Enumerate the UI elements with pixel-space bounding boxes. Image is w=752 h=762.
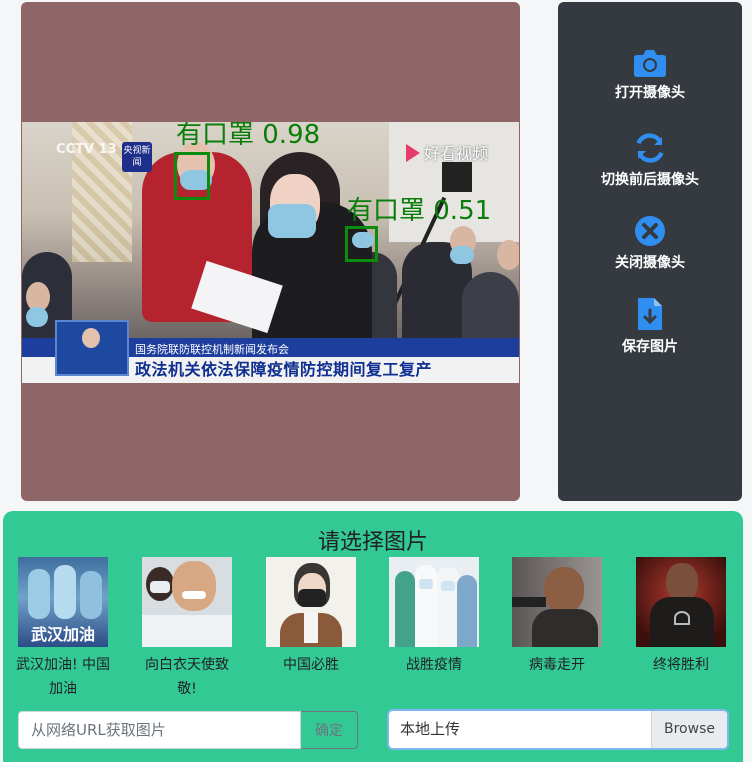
thumbnail-image: 武汉加油 xyxy=(18,557,108,647)
detection-box xyxy=(174,152,210,200)
detection-box xyxy=(345,226,378,262)
sync-icon xyxy=(636,133,664,163)
banner-headline: 政法机关依法保障疫情防控期间复工复产 xyxy=(135,360,433,379)
thumbnail-image xyxy=(512,557,602,647)
thumbnail-image xyxy=(266,557,356,647)
file-download-icon xyxy=(638,298,662,330)
camera-icon xyxy=(634,50,666,77)
open-camera-button[interactable]: 打开摄像头 xyxy=(558,48,742,102)
thumbnail-image xyxy=(636,557,726,647)
thumbnail-image xyxy=(389,557,479,647)
thumbnail-item[interactable]: 武汉加油 武汉加油! 中国加油 xyxy=(13,557,113,701)
file-upload-label[interactable]: 本地上传 xyxy=(389,711,651,748)
thumbnail-item[interactable]: 病毒走开 xyxy=(507,557,607,677)
audience-face xyxy=(497,240,519,270)
channel-watermark: CCTV 13 xyxy=(56,142,117,157)
thumbnail-caption: 病毒走开 xyxy=(529,657,585,673)
thumbnail-item[interactable]: 中国必胜 xyxy=(261,557,361,677)
banner-subtitle: 国务院联防联控机制新闻发布会 xyxy=(135,343,289,356)
face-mask xyxy=(268,204,316,238)
signer-face xyxy=(82,328,100,348)
face-mask xyxy=(450,246,474,264)
thumbnail-item[interactable]: 战胜疫情 xyxy=(384,557,484,677)
image-viewer: CCTV 13 央视新闻 好看视频 国务院联防联控机制新闻发布会 政法机关依法保… xyxy=(21,2,520,501)
thumbnail-caption: 终将胜利 xyxy=(653,657,709,673)
file-upload-group[interactable]: 本地上传 Browse xyxy=(387,709,729,750)
thumbnail-image xyxy=(142,557,232,647)
camera-body xyxy=(442,162,472,192)
image-selection-panel: 请选择图片 武汉加油 武汉加油! 中国加油 向白衣天使致敬! 中国必胜 战胜疫情… xyxy=(3,511,743,762)
close-circle-icon xyxy=(635,216,665,246)
browse-button[interactable]: Browse xyxy=(651,711,727,748)
thumbnail-item[interactable]: 终将胜利 xyxy=(631,557,731,677)
detection-label: 有口罩 0.51 xyxy=(347,196,492,226)
photo-canvas: CCTV 13 央视新闻 好看视频 国务院联防联控机制新闻发布会 政法机关依法保… xyxy=(22,122,519,383)
live-logo: 好看视频 xyxy=(406,140,488,164)
url-input-group: 确定 xyxy=(18,711,358,749)
thumbnail-caption: 战胜疫情 xyxy=(406,657,462,673)
url-input[interactable] xyxy=(18,711,301,749)
open-camera-label: 打开摄像头 xyxy=(615,85,685,101)
save-image-label: 保存图片 xyxy=(622,339,678,355)
panel-title: 请选择图片 xyxy=(317,530,428,555)
save-image-button[interactable]: 保存图片 xyxy=(558,296,742,356)
thumbnail-caption: 武汉加油! 中国加油 xyxy=(15,657,111,697)
switch-camera-button[interactable]: 切换前后摄像头 xyxy=(558,131,742,189)
thumbnail-item[interactable]: 向白衣天使致敬! xyxy=(137,557,237,701)
face-mask xyxy=(26,307,48,327)
close-camera-label: 关闭摄像头 xyxy=(615,255,685,271)
live-logo-text: 好看视频 xyxy=(424,144,489,163)
close-camera-button[interactable]: 关闭摄像头 xyxy=(558,214,742,272)
detection-label: 有口罩 0.98 xyxy=(176,122,321,150)
thumbnail-caption: 向白衣天使致敬! xyxy=(145,657,229,697)
play-icon xyxy=(406,144,420,162)
thumbnail-overlay-text: 武汉加油 xyxy=(30,625,95,644)
switch-camera-label: 切换前后摄像头 xyxy=(601,172,699,188)
thumbnail-caption: 中国必胜 xyxy=(283,657,339,673)
camera-controls-sidebar: 打开摄像头 切换前后摄像头 关闭摄像头 保存图片 xyxy=(558,2,742,501)
confirm-url-button[interactable]: 确定 xyxy=(301,711,358,749)
channel-logo: 央视新闻 xyxy=(122,142,152,172)
